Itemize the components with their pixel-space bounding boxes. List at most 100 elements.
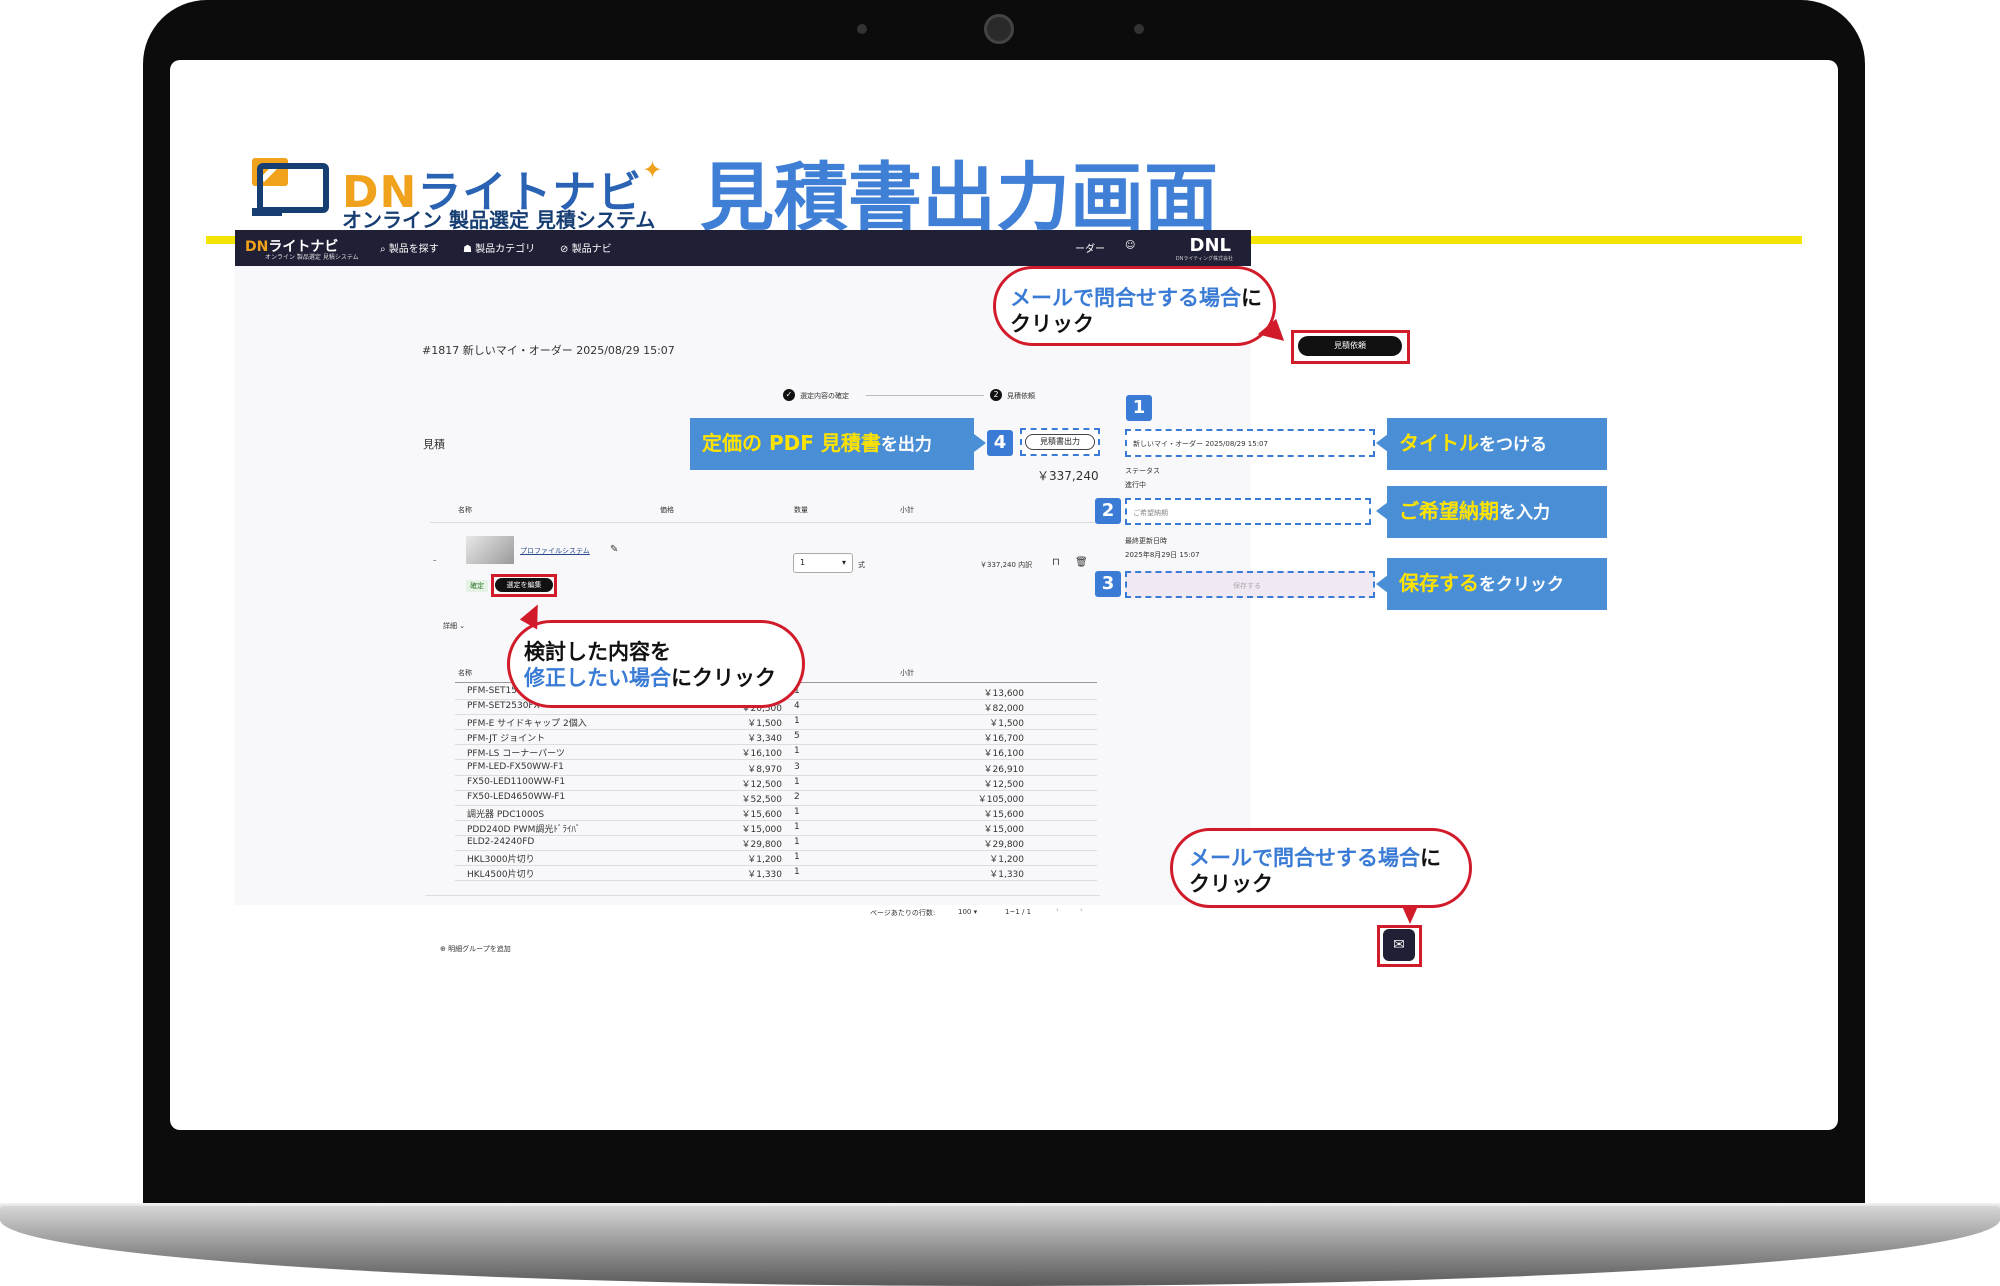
row-name: ELD2-24240FD <box>467 837 535 847</box>
details-toggle[interactable]: 詳細 ⌄ <box>443 621 465 631</box>
camera-sensor-left <box>857 24 867 34</box>
laptop-base <box>0 1206 2000 1286</box>
row-qty: 1 <box>794 837 800 847</box>
row-qty: 4 <box>794 701 800 712</box>
delivery-date-placeholder: ご希望納期 <box>1133 509 1168 517</box>
row-subtotal: ￥15,600 <box>983 809 1025 820</box>
badge-2: 2 <box>1095 498 1121 524</box>
row-price: ￥1,500 <box>747 719 782 730</box>
line-total: ￥337,240 内訳 <box>980 561 1033 569</box>
compass-icon: ⊘ <box>560 244 569 255</box>
bookmark-icon[interactable]: ⊓ <box>1052 557 1060 568</box>
pager-prev-icon[interactable]: ‹ <box>1056 906 1059 914</box>
row-price: ￥15,600 <box>741 809 783 820</box>
nav-item-navi[interactable]: ⊘ 製品ナビ <box>560 240 612 255</box>
row-subtotal: ￥1,330 <box>989 870 1024 881</box>
step2-label: 見積依頼 <box>1007 392 1035 400</box>
col-price: 価格 <box>660 506 674 514</box>
row-divider <box>455 834 1097 836</box>
row-divider <box>455 729 1097 731</box>
table-bottom-divider <box>425 895 1100 896</box>
status-chip: 確定 <box>466 580 488 592</box>
estimate-total: ￥337,240 <box>1037 469 1099 483</box>
step2-number: 2 <box>990 389 1002 401</box>
highlight-edit-selection <box>491 574 557 597</box>
laptop-frame: DNライトナビ✦ オンライン 製品選定 見積システム 見積書出力画面 DNライト… <box>0 0 2000 1286</box>
bubble-edit: 検討した内容を 修正したい場合にクリック <box>507 620 805 708</box>
row-name: FX50-LED1100WW-F1 <box>467 776 566 787</box>
row-divider <box>455 804 1097 806</box>
row-name: FX50-LED4650WW-F1 <box>467 791 566 802</box>
row-subtotal: ￥16,100 <box>983 749 1025 760</box>
top-navbar: DNライトナビ オンライン 製品選定 見積システム ⌕ 製品を探す ☗ 製品カテ… <box>235 230 1251 266</box>
row-name: PFM-SET2530FX <box>467 701 540 712</box>
estimate-heading: 見積 <box>423 438 445 451</box>
order-title: #1817 新しいマイ・オーダー 2025/08/29 15:07 <box>422 344 675 357</box>
row-qty: 5 <box>794 731 800 742</box>
row-divider <box>455 774 1097 776</box>
row-name: PFM-E サイドキャップ 2個入 <box>467 719 587 730</box>
row-divider <box>455 759 1097 761</box>
product-name-link[interactable]: プロファイルシステム <box>520 546 590 556</box>
add-group-button[interactable]: ⊕ 明細グループを追加 <box>440 944 511 954</box>
nav-item-category[interactable]: ☗ 製品カテゴリ <box>463 240 535 255</box>
row-name: PFM-JT ジョイント <box>467 734 546 745</box>
row-subtotal: ￥12,500 <box>983 779 1025 790</box>
nav-user-orders[interactable]: ーダー <box>1075 240 1105 255</box>
row-qty: 1 <box>794 746 800 757</box>
row-price: ￥12,500 <box>741 779 783 790</box>
pager-next-icon[interactable]: › <box>1080 906 1083 914</box>
row-subtotal: ￥29,800 <box>983 840 1025 850</box>
row-name: HKL4500片切り <box>467 870 535 881</box>
dn-logo-icon <box>252 158 329 216</box>
row-price: ￥15,000 <box>741 824 783 835</box>
row-price: ￥3,340 <box>747 734 782 745</box>
nav-brand-sub: DNライティング株式会社 <box>1175 256 1233 262</box>
page-headline: 見積書出力画面 <box>700 155 1218 241</box>
row-qty: 1 <box>794 806 800 817</box>
row-subtotal: ￥1,200 <box>989 855 1024 866</box>
plus-circle-icon: ⊕ <box>440 945 446 953</box>
row-qty: 1 <box>794 776 800 787</box>
status-label: ステータス <box>1125 467 1160 475</box>
user-icon[interactable]: ☺ <box>1125 240 1135 251</box>
pager-size-select[interactable]: 100 ▾ <box>958 908 977 916</box>
row-subtotal: ￥105,000 <box>977 794 1024 805</box>
qty-select[interactable]: 1 ▾ <box>793 553 853 573</box>
search-icon: ⌕ <box>380 244 386 255</box>
row-price: ￥8,970 <box>747 764 782 775</box>
row-price: ￥1,200 <box>747 855 782 866</box>
edit-pencil-icon[interactable]: ✎ <box>610 544 618 555</box>
row-subtotal: ￥26,910 <box>983 764 1025 775</box>
stepper-line <box>866 395 984 396</box>
row-divider <box>455 865 1097 867</box>
trash-icon[interactable]: 🗑 <box>1075 557 1088 568</box>
category-icon: ☗ <box>463 244 472 255</box>
chevron-down-icon: ▾ <box>841 558 846 567</box>
row-qty: 1 <box>794 716 800 727</box>
nav-item-search[interactable]: ⌕ 製品を探す <box>380 240 439 255</box>
camera-lens <box>984 14 1014 44</box>
pdf-export-button[interactable]: 見積書出力 <box>1025 434 1095 450</box>
col-subtotal: 小計 <box>900 506 914 514</box>
row-divider <box>455 819 1097 821</box>
status-value: 進行中 <box>1125 481 1146 489</box>
highlight-mail <box>1377 925 1422 967</box>
logo-subtitle: オンライン 製品選定 見積システム <box>342 208 656 232</box>
flag-title: タイトルをつける <box>1387 418 1607 470</box>
collapse-toggle[interactable]: – <box>433 556 437 564</box>
row-subtotal: ￥16,700 <box>983 734 1025 745</box>
bubble-mail: メールで問合せする場合に クリック <box>1170 828 1472 908</box>
flag-pdf-arrow <box>974 434 986 452</box>
row-price: ￥29,800 <box>741 840 783 850</box>
detail-col-subtotal: 小計 <box>900 669 914 677</box>
pager-range: 1~1 / 1 <box>1005 908 1032 916</box>
row-qty: 2 <box>794 791 800 802</box>
row-price: ￥16,100 <box>741 749 783 760</box>
row-subtotal: ￥82,000 <box>983 704 1025 715</box>
step1-label: 選定内容の確定 <box>800 392 849 400</box>
pager-label: ページあたりの行数: <box>870 909 936 917</box>
row-name: 調光器 PDC1000S <box>467 809 545 820</box>
row-qty: 1 <box>794 821 800 832</box>
updated-label: 最終更新日時 <box>1125 537 1167 545</box>
